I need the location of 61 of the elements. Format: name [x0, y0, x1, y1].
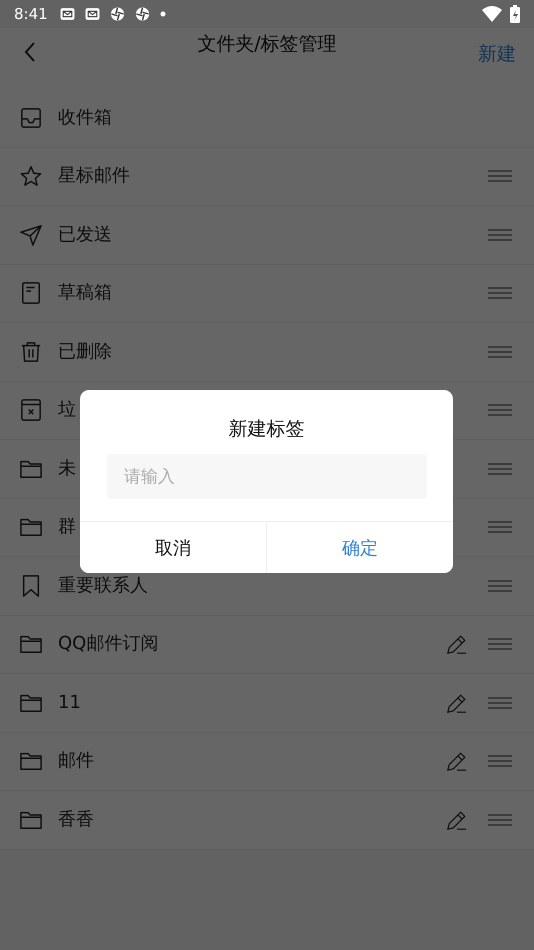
- folder-row[interactable]: 已发送: [0, 206, 534, 264]
- trash-icon: [20, 340, 42, 363]
- folder-row[interactable]: QQ邮件订阅: [0, 616, 534, 674]
- pencil-icon[interactable]: [446, 633, 468, 656]
- drag-handle-icon[interactable]: [488, 814, 512, 826]
- page-title: 文件夹/标签管理: [197, 32, 337, 56]
- folder-name: 香香: [58, 810, 94, 830]
- folder-name: QQ邮件订阅: [58, 634, 158, 654]
- pencil-icon[interactable]: [446, 750, 468, 772]
- mail-icon: [60, 7, 75, 21]
- drag-handle-icon[interactable]: [488, 404, 512, 416]
- folder-name: 邮件: [58, 751, 94, 772]
- folder-name: 草稿箱: [58, 283, 112, 304]
- drag-handle-icon[interactable]: [488, 287, 512, 300]
- star-icon: [20, 165, 42, 188]
- drag-handle-icon[interactable]: [488, 170, 512, 182]
- folder-name: 星标邮件: [58, 166, 130, 186]
- dialog-title: 新建标签: [228, 417, 306, 442]
- drag-handle-icon[interactable]: [488, 638, 512, 650]
- pencil-icon[interactable]: [446, 808, 468, 831]
- folder-row[interactable]: 11: [0, 674, 534, 732]
- archive-x-icon: [20, 399, 42, 422]
- pencil-icon[interactable]: [446, 692, 468, 714]
- drag-handle-icon[interactable]: [488, 580, 512, 592]
- mail-icon: [84, 7, 100, 21]
- drag-handle-icon[interactable]: [488, 696, 512, 709]
- folder-name: 已删除: [58, 342, 112, 362]
- folder-icon: [20, 516, 42, 538]
- folder-row[interactable]: 草稿箱: [0, 264, 534, 323]
- folder-icon: [20, 750, 42, 772]
- dot-icon: [160, 11, 166, 17]
- back-icon[interactable]: [24, 40, 36, 62]
- confirm-button[interactable]: 确定: [266, 522, 453, 573]
- folder-name: 未: [58, 458, 76, 479]
- folder-icon: [20, 633, 42, 656]
- wifi-icon: [482, 6, 502, 22]
- folder-name: 已发送: [58, 224, 112, 245]
- paper-plane-icon: [20, 224, 42, 246]
- input-field[interactable]: 请输入: [107, 454, 427, 499]
- folder-row[interactable]: 收件箱: [0, 89, 534, 148]
- battery-icon: [510, 5, 520, 23]
- folder-row[interactable]: 已删除: [0, 323, 534, 382]
- folder-name: 垃: [58, 400, 76, 420]
- drag-handle-icon[interactable]: [488, 228, 512, 241]
- inbox-icon: [20, 106, 42, 129]
- folder-name: 11: [58, 692, 81, 713]
- document-icon: [20, 282, 42, 304]
- drag-handle-icon[interactable]: [488, 346, 512, 358]
- status-time: 8:41: [14, 5, 48, 23]
- new-button[interactable]: 新建: [478, 40, 516, 66]
- drag-handle-icon[interactable]: [488, 755, 512, 768]
- aperture-icon: [110, 7, 125, 21]
- folder-name: 收件箱: [58, 108, 112, 128]
- folder-name: 重要联系人: [58, 576, 148, 596]
- folder-row[interactable]: 星标邮件: [0, 148, 534, 206]
- drag-handle-icon[interactable]: [488, 462, 512, 475]
- folder-name: 群: [58, 517, 76, 538]
- drag-handle-icon[interactable]: [488, 521, 512, 534]
- aperture-icon: [134, 7, 150, 21]
- folder-row[interactable]: 邮件: [0, 732, 534, 791]
- bookmark-icon: [20, 574, 42, 597]
